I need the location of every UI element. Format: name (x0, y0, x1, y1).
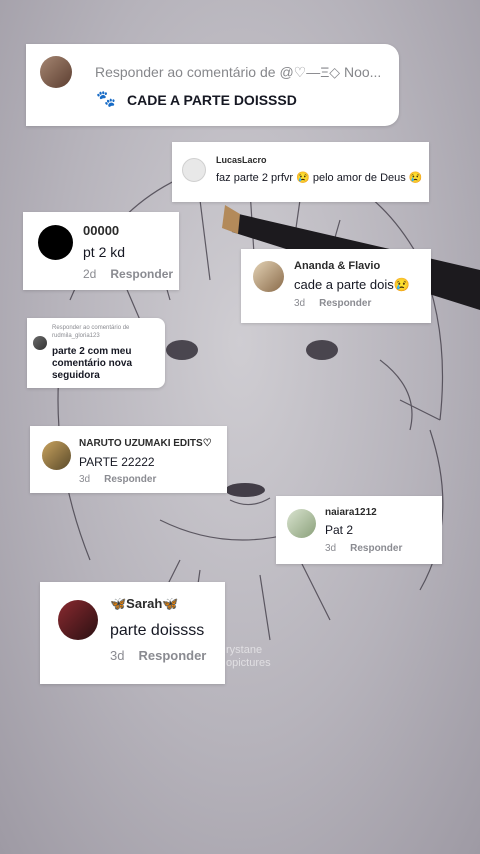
comment-text-line: parte 2 com meu (52, 346, 132, 357)
comment-text: pt 2 kd (83, 244, 126, 260)
avatar[interactable] (253, 261, 284, 292)
avatar[interactable] (33, 336, 47, 350)
comment-text: parte doissss (110, 622, 205, 639)
avatar[interactable] (40, 56, 72, 88)
comment-card[interactable]: LucasLacro faz parte 2 prfvr 😢 pelo amor… (172, 142, 429, 202)
comment-username[interactable]: Ananda & Flavio (294, 260, 380, 272)
avatar[interactable] (287, 509, 316, 538)
comment-username[interactable]: naiara1212 (325, 507, 377, 518)
comment-card[interactable]: 00000 pt 2 kd 2d Responder (23, 212, 179, 290)
comment-meta: 2d Responder (83, 267, 173, 281)
watermark: rystane opictures (226, 644, 271, 670)
comment-meta: 3d Responder (79, 474, 156, 485)
comment-card[interactable]: NARUTO UZUMAKI EDITS♡ PARTE 22222 3d Resp… (30, 426, 227, 493)
comment-age: 3d (79, 474, 91, 485)
comment-age: 3d (110, 648, 125, 663)
watermark-line: opictures (226, 657, 271, 669)
reply-to-label: Responder ao comentário de rudmila_glori… (52, 325, 130, 339)
comment-username[interactable]: LucasLacro (216, 155, 267, 165)
avatar[interactable] (182, 158, 206, 182)
comment-card[interactable]: 🦋Sarah🦋 parte doissss 3d Responder (40, 582, 225, 684)
avatar[interactable] (42, 441, 71, 470)
reply-button[interactable]: Responder (110, 267, 173, 281)
comment-username[interactable]: NARUTO UZUMAKI EDITS♡ (79, 438, 212, 449)
comment-text-line: seguidora (52, 370, 100, 381)
watermark-line: rystane (226, 644, 263, 656)
comment-meta: 3d Responder (325, 543, 402, 554)
reply-button[interactable]: Responder (319, 298, 371, 309)
reply-button[interactable]: Responder (104, 474, 156, 485)
reply-to-label: Responder ao comentário de @♡—Ξ◇ Noo... (95, 64, 382, 80)
comment-text: Pat 2 (325, 523, 354, 537)
reply-button[interactable]: Responder (350, 543, 402, 554)
comment-meta: 3d Responder (294, 298, 371, 309)
avatar[interactable] (38, 225, 73, 260)
comment-age: 3d (325, 543, 337, 554)
comment-text: PARTE 22222 (79, 455, 155, 469)
reply-comment-card[interactable]: Responder ao comentário de rudmila_glori… (27, 318, 165, 388)
comment-text: cade a parte dois😢 (294, 277, 410, 292)
reply-button[interactable]: Responder (138, 648, 206, 663)
comment-age: 2d (83, 267, 97, 281)
comment-username[interactable]: 🦋Sarah🦋 (110, 596, 179, 612)
comment-text: faz parte 2 prfvr 😢 pelo amor de Deus 😢 (216, 172, 423, 184)
comment-card[interactable]: Ananda & Flavio cade a parte dois😢 3d Res… (241, 249, 431, 323)
comment-card[interactable]: naiara1212 Pat 2 3d Responder (276, 496, 442, 564)
reply-comment-card[interactable]: Responder ao comentário de @♡—Ξ◇ Noo... … (26, 44, 399, 126)
comment-text-line: comentário nova (52, 358, 133, 369)
avatar[interactable] (58, 600, 98, 640)
comment-username[interactable]: 00000 (83, 223, 119, 238)
emoji-icon: 🐾 (96, 91, 116, 108)
comment-meta: 3d Responder (110, 648, 206, 663)
comment-age: 3d (294, 298, 306, 309)
comment-text: CADE A PARTE DOISSSD (127, 92, 297, 108)
